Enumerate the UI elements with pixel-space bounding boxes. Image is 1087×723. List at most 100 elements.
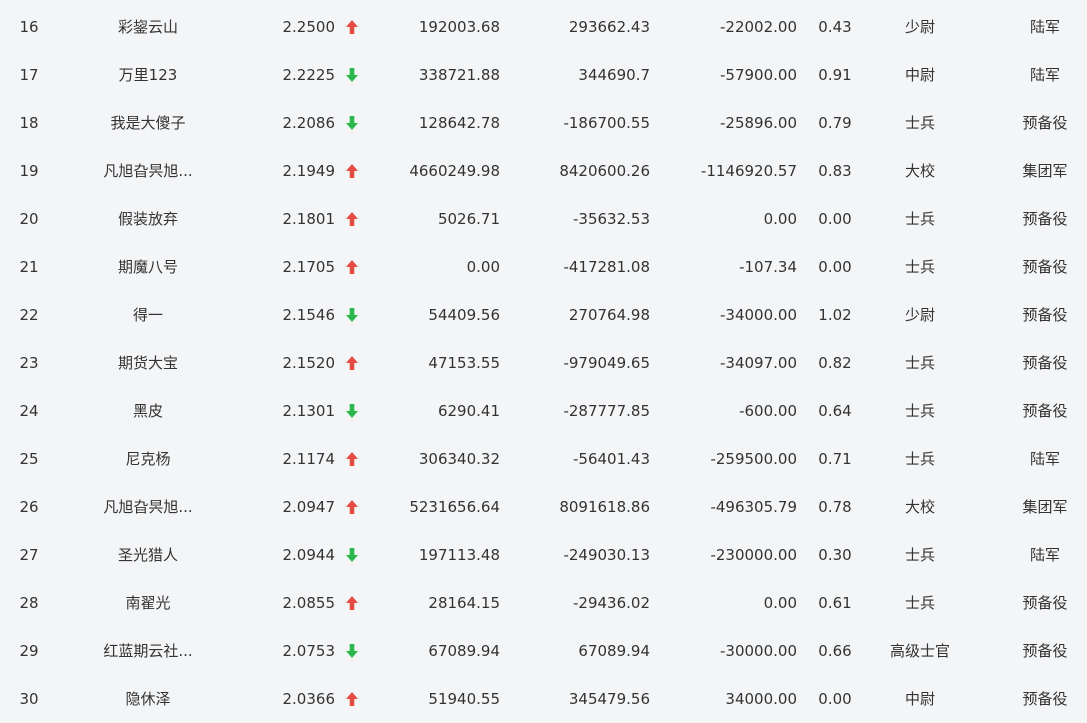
arrow-up-icon [346,20,358,34]
trader-name-cell: 期货大宝 [117,354,178,372]
military-rank-cell: 少尉 [904,306,935,324]
score-cell: 2.1520 [282,354,336,372]
trend-cell [342,0,362,48]
table-row[interactable]: 30 隐休泽 2.0366 51940.55 345479.56 34000.00 0.00… [0,672,1087,720]
arrow-up-icon [346,500,358,514]
military-rank-cell: 大校 [904,498,935,516]
value-1-cell: 338721.88 [418,66,500,84]
arrow-up-icon [346,356,358,370]
table-row[interactable]: 17 万里123 2.2225 338721.88 344690.7 -57900.00 0… [0,48,1087,96]
table-row[interactable]: 19 凡旭旮昗旭... 2.1949 4660249.98 8420600.26 -114… [0,144,1087,192]
value-3-cell: -34097.00 [720,354,797,372]
military-rank-cell: 士兵 [904,450,935,468]
arrow-down-icon [346,116,358,130]
military-rank-cell: 士兵 [904,114,935,132]
value-3-cell: -30000.00 [720,642,797,660]
value-3-cell: -22002.00 [720,18,797,36]
table-row[interactable]: 28 南翟光 2.0855 28164.15 -29436.02 0.00 0.61 士兵 预备… [0,576,1087,624]
trend-cell [342,432,362,480]
branch-cell: 预备役 [1022,642,1068,660]
arrow-down-icon [346,308,358,322]
military-rank-cell: 大校 [904,162,935,180]
trend-cell [342,192,362,240]
arrow-up-icon [346,692,358,706]
rank-cell: 26 [19,498,39,516]
value-3-cell: -107.34 [739,258,797,276]
value-1-cell: 67089.94 [428,642,500,660]
branch-cell: 预备役 [1022,210,1068,228]
arrow-down-icon [346,548,358,562]
branch-cell: 预备役 [1022,354,1068,372]
branch-cell: 集团军 [1022,498,1068,516]
branch-cell: 陆军 [1029,18,1060,36]
table-row[interactable]: 27 圣光猎人 2.0944 197113.48 -249030.13 -230000.0… [0,528,1087,576]
value-1-cell: 6290.41 [437,402,500,420]
ratio-cell: 0.71 [818,450,852,468]
ratio-cell: 0.91 [818,66,852,84]
trend-cell [342,240,362,288]
ratio-cell: 1.02 [818,306,852,324]
branch-cell: 预备役 [1022,594,1068,612]
value-1-cell: 5026.71 [437,210,500,228]
value-1-cell: 51940.55 [428,690,500,708]
table-row[interactable]: 16 彩鋆云山 2.2500 192003.68 293662.43 -22002.00 0… [0,0,1087,48]
arrow-down-icon [346,68,358,82]
rank-cell: 21 [19,258,39,276]
value-1-cell: 54409.56 [428,306,500,324]
value-1-cell: 197113.48 [418,546,500,564]
rank-cell: 22 [19,306,39,324]
trader-name-cell: 黑皮 [132,402,163,420]
ratio-cell: 0.00 [818,690,852,708]
branch-cell: 预备役 [1022,258,1068,276]
trend-cell [342,96,362,144]
table-row[interactable]: 29 红蓝期云社... 2.0753 67089.94 67089.94 -30000.0… [0,624,1087,672]
score-cell: 2.1301 [282,402,336,420]
score-cell: 2.1705 [282,258,336,276]
branch-cell: 预备役 [1022,114,1068,132]
table-row[interactable]: 18 我是大傻子 2.2086 128642.78 -186700.55 -25896.0… [0,96,1087,144]
table-row[interactable]: 23 期货大宝 2.1520 47153.55 -979049.65 -34097.00 0… [0,336,1087,384]
value-2-cell: -979049.65 [563,354,650,372]
score-cell: 2.2086 [282,114,336,132]
arrow-down-icon [346,404,358,418]
score-cell: 2.1949 [282,162,336,180]
arrow-up-icon [346,260,358,274]
rank-cell: 23 [19,354,39,372]
ratio-cell: 0.43 [818,18,852,36]
leaderboard-table: 16 彩鋆云山 2.2500 192003.68 293662.43 -22002.00 0… [0,0,1087,723]
trend-cell [342,384,362,432]
score-cell: 2.1801 [282,210,336,228]
trend-cell [342,288,362,336]
trend-cell [342,672,362,720]
trend-cell [342,144,362,192]
value-2-cell: -249030.13 [563,546,650,564]
score-cell: 2.0855 [282,594,336,612]
ratio-cell: 0.00 [818,258,852,276]
table-row[interactable]: 26 凡旭旮昗旭... 2.0947 5231656.64 8091618.86 -496… [0,480,1087,528]
value-2-cell: 67089.94 [578,642,650,660]
branch-cell: 陆军 [1029,450,1060,468]
value-1-cell: 192003.68 [418,18,500,36]
value-1-cell: 4660249.98 [409,162,500,180]
value-3-cell: -600.00 [739,402,797,420]
table-row[interactable]: 21 期魔八号 2.1705 0.00 -417281.08 -107.34 0.00 士兵 预… [0,240,1087,288]
table-row[interactable]: 22 得一 2.1546 54409.56 270764.98 -34000.00 1.02… [0,288,1087,336]
value-1-cell: 0.00 [466,258,500,276]
value-2-cell: 345479.56 [568,690,650,708]
trader-name-cell: 圣光猎人 [117,546,178,564]
ratio-cell: 0.64 [818,402,852,420]
table-row[interactable]: 24 黑皮 2.1301 6290.41 -287777.85 -600.00 0.64 士兵… [0,384,1087,432]
table-row[interactable]: 25 尼克杨 2.1174 306340.32 -56401.43 -259500.00 0… [0,432,1087,480]
trader-name-cell: 期魔八号 [117,258,178,276]
score-cell: 2.0366 [282,690,336,708]
value-1-cell: 47153.55 [428,354,500,372]
ratio-cell: 0.78 [818,498,852,516]
trend-cell [342,624,362,672]
branch-cell: 预备役 [1022,306,1068,324]
trader-name-cell: 我是大傻子 [110,114,186,132]
ratio-cell: 0.82 [818,354,852,372]
ratio-cell: 0.83 [818,162,852,180]
branch-cell: 预备役 [1022,402,1068,420]
value-2-cell: 344690.7 [578,66,650,84]
table-row[interactable]: 20 假装放弃 2.1801 5026.71 -35632.53 0.00 0.00 士兵 预备… [0,192,1087,240]
